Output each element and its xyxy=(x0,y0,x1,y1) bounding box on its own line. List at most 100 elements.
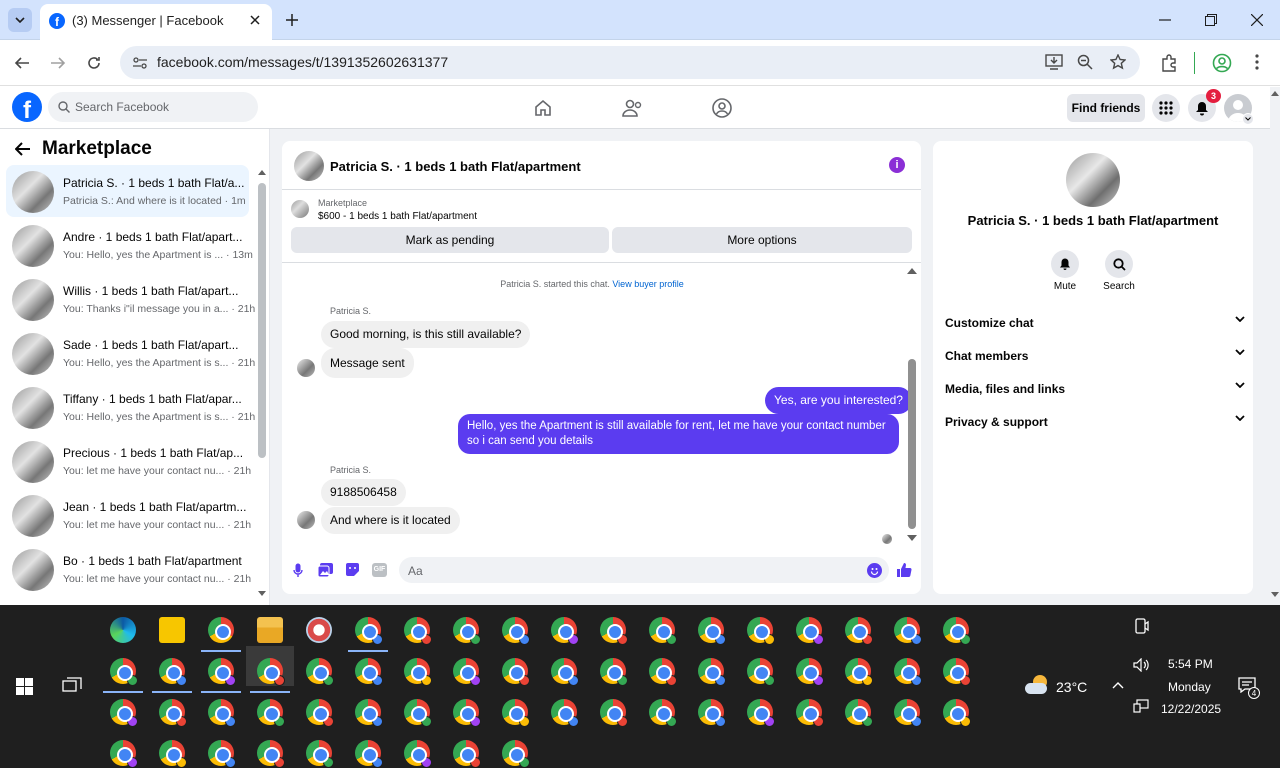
chrome-profile-app-icon[interactable] xyxy=(747,699,775,727)
message-bubble[interactable]: Good morning, is this still available? xyxy=(321,321,531,348)
scroll-down-icon[interactable] xyxy=(258,591,266,597)
gif-icon[interactable]: GIF xyxy=(372,563,387,577)
chrome-profile-app-icon[interactable] xyxy=(600,699,628,727)
chrome-profile-app-icon[interactable] xyxy=(845,658,873,686)
listing-thumbnail[interactable] xyxy=(291,200,309,218)
chrome-profile-app-icon[interactable] xyxy=(404,740,432,768)
chrome-profile-app-icon[interactable] xyxy=(894,617,922,645)
zoom-icon[interactable] xyxy=(1077,54,1093,70)
chrome-profile-app-icon[interactable] xyxy=(600,658,628,686)
message-bubble[interactable]: Message sent xyxy=(321,348,414,378)
sticker-icon[interactable] xyxy=(345,562,360,577)
restore-icon[interactable] xyxy=(1205,14,1217,26)
groups-icon[interactable] xyxy=(711,97,733,119)
chrome-profile-app-icon[interactable] xyxy=(404,699,432,727)
chrome-profile-app-icon[interactable] xyxy=(159,740,187,768)
chrome-profile-app-icon[interactable] xyxy=(649,699,677,727)
listing-description[interactable]: $600 - 1 beds 1 bath Flat/apartment xyxy=(318,211,477,222)
chrome-profile-app-icon[interactable] xyxy=(894,658,922,686)
chrome-profile-app-icon[interactable] xyxy=(208,740,236,768)
mark-as-pending-button[interactable]: Mark as pending xyxy=(291,227,609,253)
weather-icon[interactable] xyxy=(1025,675,1049,695)
back-arrow-icon[interactable] xyxy=(14,55,30,71)
minimize-icon[interactable] xyxy=(1159,19,1171,21)
sidebar-scroll-thumb[interactable] xyxy=(258,183,266,458)
chrome-profile-app-icon[interactable] xyxy=(747,617,775,645)
chrome-profile-app-icon[interactable] xyxy=(306,658,334,686)
message-bubble[interactable]: And where is it located xyxy=(321,507,460,534)
conversation-item[interactable]: Patricia S. · 1 beds 1 bath Flat/a... Pat… xyxy=(6,165,249,217)
message-bubble-long[interactable]: Hello, yes the Apartment is still availa… xyxy=(458,414,899,454)
find-friends-button[interactable]: Find friends xyxy=(1067,94,1145,122)
forward-arrow-icon[interactable] xyxy=(50,55,66,71)
chrome-profile-app-icon[interactable] xyxy=(404,658,432,686)
install-app-icon[interactable] xyxy=(1045,54,1063,70)
more-options-button[interactable]: More options xyxy=(612,227,912,253)
chrome-profile-app-icon[interactable] xyxy=(257,740,285,768)
chrome-profile-app-icon[interactable] xyxy=(796,699,824,727)
chrome-profile-app-icon[interactable] xyxy=(110,699,138,727)
info-section-media-files-and-links[interactable]: Media, files and links xyxy=(945,382,1245,396)
info-section-privacy-support[interactable]: Privacy & support xyxy=(945,415,1245,429)
paint-app-icon[interactable] xyxy=(306,617,332,643)
chrome-profile-app-icon[interactable] xyxy=(943,617,971,645)
chat-info-icon[interactable]: i xyxy=(889,157,905,173)
scroll-down-icon[interactable] xyxy=(1271,592,1279,597)
clock-day[interactable]: Monday xyxy=(1168,680,1211,694)
facebook-search-input[interactable]: Search Facebook xyxy=(48,92,258,122)
messages-scroll-thumb[interactable] xyxy=(908,359,916,529)
friends-icon[interactable] xyxy=(622,98,644,118)
chrome-profile-app-icon[interactable] xyxy=(355,617,383,645)
chrome-profile-app-icon[interactable] xyxy=(453,699,481,727)
scroll-up-icon[interactable] xyxy=(1271,91,1279,96)
chrome-profile-app-icon[interactable] xyxy=(208,699,236,727)
network-icon[interactable] xyxy=(1133,699,1149,713)
account-menu-chevron[interactable] xyxy=(1242,113,1254,125)
reload-icon[interactable] xyxy=(86,55,102,71)
chat-thumbnail[interactable] xyxy=(294,151,324,181)
microphone-icon[interactable] xyxy=(293,563,303,578)
file-explorer-app-icon[interactable] xyxy=(257,617,283,643)
chrome-profile-app-icon[interactable] xyxy=(600,617,628,645)
facebook-logo-icon[interactable]: f xyxy=(12,92,42,124)
conversation-item[interactable]: Tiffany · 1 beds 1 bath Flat/apar... You:… xyxy=(6,381,255,433)
conversation-item[interactable]: Bo · 1 beds 1 bath Flat/apartment You: le… xyxy=(6,543,251,595)
address-bar[interactable]: facebook.com/messages/t/1391352602631377 xyxy=(120,46,1140,79)
sticky-notes-app-icon[interactable] xyxy=(159,617,185,643)
chrome-profile-app-icon[interactable] xyxy=(306,699,334,727)
chrome-profile-app-icon[interactable] xyxy=(110,658,138,686)
close-tab-icon[interactable] xyxy=(250,15,260,25)
windows-start-icon[interactable] xyxy=(16,678,33,695)
speaker-icon[interactable] xyxy=(1133,658,1149,672)
chrome-profile-app-icon[interactable] xyxy=(796,658,824,686)
browser-menu-icon[interactable] xyxy=(1255,54,1259,70)
menu-grid-button[interactable] xyxy=(1152,94,1180,122)
chrome-profile-app-icon[interactable] xyxy=(502,658,530,686)
chrome-profile-app-icon[interactable] xyxy=(698,658,726,686)
chrome-profile-app-icon[interactable] xyxy=(257,658,285,686)
task-view-icon[interactable] xyxy=(62,677,82,695)
chevron-up-icon[interactable] xyxy=(1112,682,1124,689)
sender-avatar[interactable] xyxy=(297,359,315,377)
info-section-customize-chat[interactable]: Customize chat xyxy=(945,316,1245,330)
chrome-profile-app-icon[interactable] xyxy=(649,658,677,686)
bookmark-star-icon[interactable] xyxy=(1110,54,1126,70)
chrome-profile-app-icon[interactable] xyxy=(894,699,922,727)
chrome-profile-app-icon[interactable] xyxy=(404,617,432,645)
chrome-profile-app-icon[interactable] xyxy=(355,740,383,768)
scroll-down-icon[interactable] xyxy=(907,535,917,542)
chrome-profile-app-icon[interactable] xyxy=(208,658,236,686)
message-bubble[interactable]: 9188506458 xyxy=(321,479,406,506)
scroll-up-icon[interactable] xyxy=(907,267,917,274)
edge-app-icon[interactable] xyxy=(110,617,136,643)
conversation-item[interactable]: Precious · 1 beds 1 bath Flat/ap... You: … xyxy=(6,435,251,487)
clock-time[interactable]: 5:54 PM xyxy=(1168,657,1213,671)
sidebar-scrollbar[interactable] xyxy=(258,169,266,605)
like-thumb-icon[interactable] xyxy=(896,562,912,578)
clock-date[interactable]: 12/22/2025 xyxy=(1161,702,1221,716)
chrome-profile-app-icon[interactable] xyxy=(159,658,187,686)
chrome-profile-app-icon[interactable] xyxy=(355,699,383,727)
chrome-profile-app-icon[interactable] xyxy=(355,658,383,686)
chrome-profile-app-icon[interactable] xyxy=(208,617,234,643)
chrome-profile-app-icon[interactable] xyxy=(159,699,187,727)
